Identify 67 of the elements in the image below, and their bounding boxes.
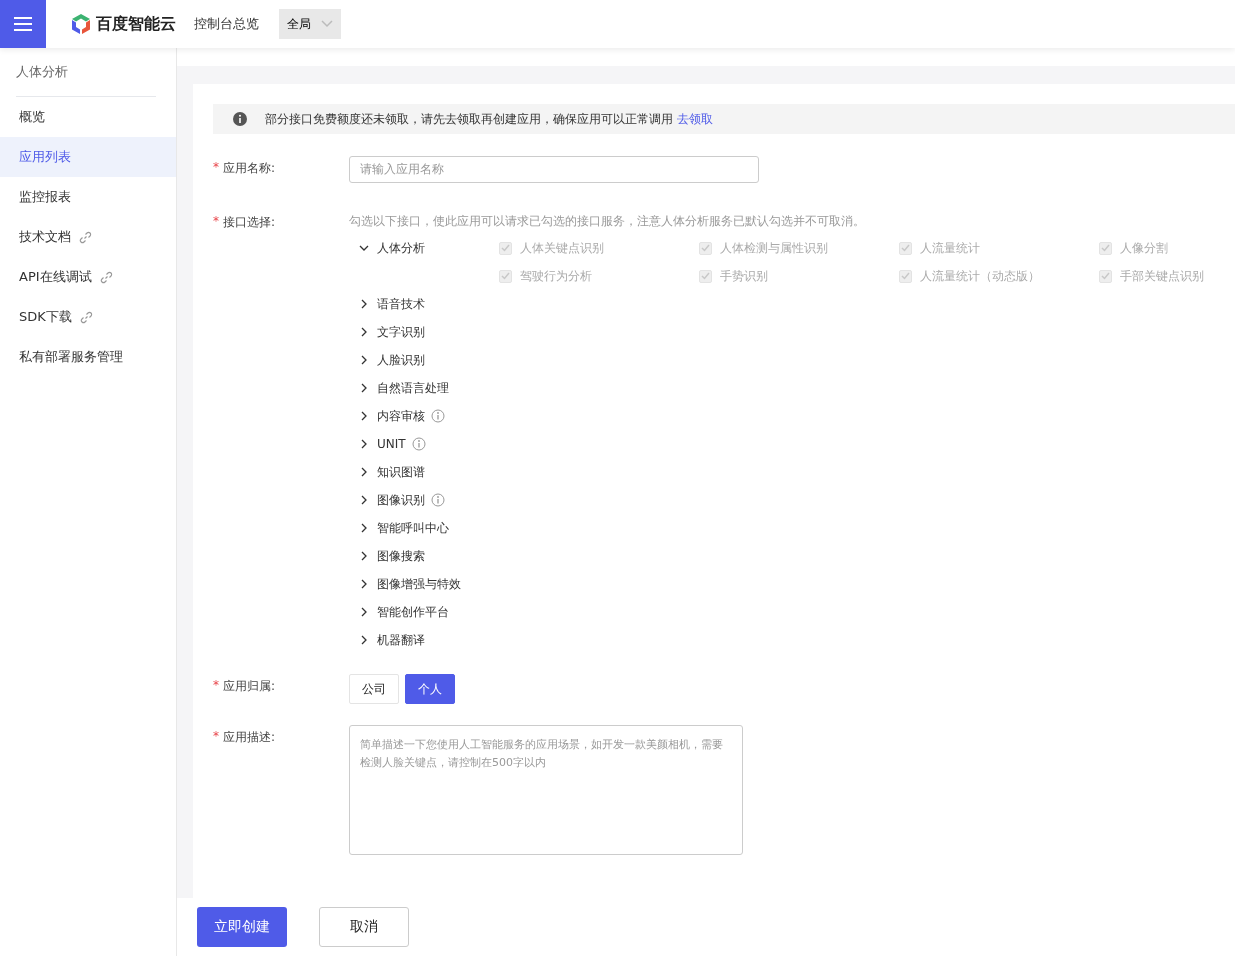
checkbox-label: 人流量统计	[920, 239, 980, 257]
caret-icon	[321, 20, 333, 28]
required-mark: *	[213, 678, 219, 694]
field-label: 应用描述:	[223, 729, 276, 746]
sidebar-item[interactable]: SDK下载	[0, 297, 176, 337]
tree-item[interactable]: 人脸识别	[377, 351, 425, 369]
segment-button[interactable]: 个人	[405, 674, 455, 704]
chevron-icon[interactable]	[359, 579, 369, 589]
tree-item[interactable]: 图像搜索	[377, 547, 425, 565]
chevron-icon[interactable]	[359, 495, 369, 505]
cancel-button[interactable]: 取消	[319, 907, 409, 947]
sidebar-title: 人体分析	[16, 48, 156, 97]
chevron-icon[interactable]	[359, 439, 369, 449]
sidebar-item[interactable]: 概览	[0, 97, 176, 137]
chevron-icon[interactable]	[359, 523, 369, 533]
tree-item[interactable]: 内容审核	[377, 407, 425, 425]
checkbox-label: 手部关键点识别	[1120, 267, 1204, 285]
segment-button[interactable]: 公司	[349, 674, 399, 704]
chevron-icon[interactable]	[359, 411, 369, 421]
field-label: 应用名称:	[223, 160, 276, 177]
tree-item[interactable]: 机器翻译	[377, 631, 425, 649]
sidebar-item[interactable]: 技术文档	[0, 217, 176, 257]
chevron-icon[interactable]	[359, 607, 369, 617]
tree-item[interactable]: 图像增强与特效	[377, 575, 461, 593]
field-label: 应用归属:	[223, 678, 276, 695]
chevron-icon[interactable]	[359, 467, 369, 477]
required-mark: *	[213, 729, 219, 745]
field-label: 接口选择:	[223, 214, 276, 231]
sidebar-item[interactable]: 私有部署服务管理	[0, 337, 176, 377]
checkbox-label: 人像分割	[1120, 239, 1168, 257]
required-mark: *	[213, 160, 219, 176]
checkbox-label: 人体关键点识别	[520, 239, 604, 257]
sidebar-item[interactable]: API在线调试	[0, 257, 176, 297]
info-icon	[233, 112, 247, 126]
tree-item[interactable]: 人体分析	[377, 239, 425, 257]
checkbox-label: 人流量统计（动态版）	[920, 267, 1040, 285]
tree-item[interactable]: 自然语言处理	[377, 379, 449, 397]
notice-text: 部分接口免费额度还未领取，请先去领取再创建应用，确保应用可以正常调用 去领取	[265, 110, 713, 128]
chevron-icon[interactable]	[359, 355, 369, 365]
tree-item[interactable]: 智能呼叫中心	[377, 519, 449, 537]
chevron-icon[interactable]	[359, 299, 369, 309]
chevron-icon[interactable]	[359, 327, 369, 337]
checkbox-label: 人体检测与属性识别	[720, 239, 828, 257]
chevron-icon[interactable]	[359, 383, 369, 393]
tree-item[interactable]: 智能创作平台	[377, 603, 449, 621]
checkbox-label: 驾驶行为分析	[520, 267, 592, 285]
tree-item[interactable]: 图像识别	[377, 491, 425, 509]
chevron-icon[interactable]	[359, 243, 369, 253]
chevron-icon[interactable]	[359, 635, 369, 645]
chevron-icon[interactable]	[359, 551, 369, 561]
region-select[interactable]: 全局	[279, 9, 341, 39]
sidebar-item[interactable]: 监控报表	[0, 177, 176, 217]
cube-logo-icon	[70, 13, 92, 35]
tree-item[interactable]: 语音技术	[377, 295, 425, 313]
tree-item[interactable]: 文字识别	[377, 323, 425, 341]
required-mark: *	[213, 214, 219, 230]
create-button[interactable]: 立即创建	[197, 907, 287, 947]
claim-link[interactable]: 去领取	[676, 111, 713, 126]
hint-text: 勾选以下接口，使此应用可以请求已勾选的接口服务，注意人体分析服务已默认勾选并不可取消。	[349, 213, 866, 230]
menu-icon	[14, 16, 32, 32]
brand-name: 百度智能云	[96, 13, 176, 35]
checkbox-label: 手势识别	[720, 267, 768, 285]
tree-item[interactable]: 知识图谱	[377, 463, 425, 481]
sidebar-item[interactable]: 应用列表	[0, 137, 176, 177]
menu-button[interactable]	[0, 0, 46, 48]
tree-item[interactable]: UNIT	[377, 437, 406, 451]
console-link[interactable]: 控制台总览	[194, 15, 259, 33]
